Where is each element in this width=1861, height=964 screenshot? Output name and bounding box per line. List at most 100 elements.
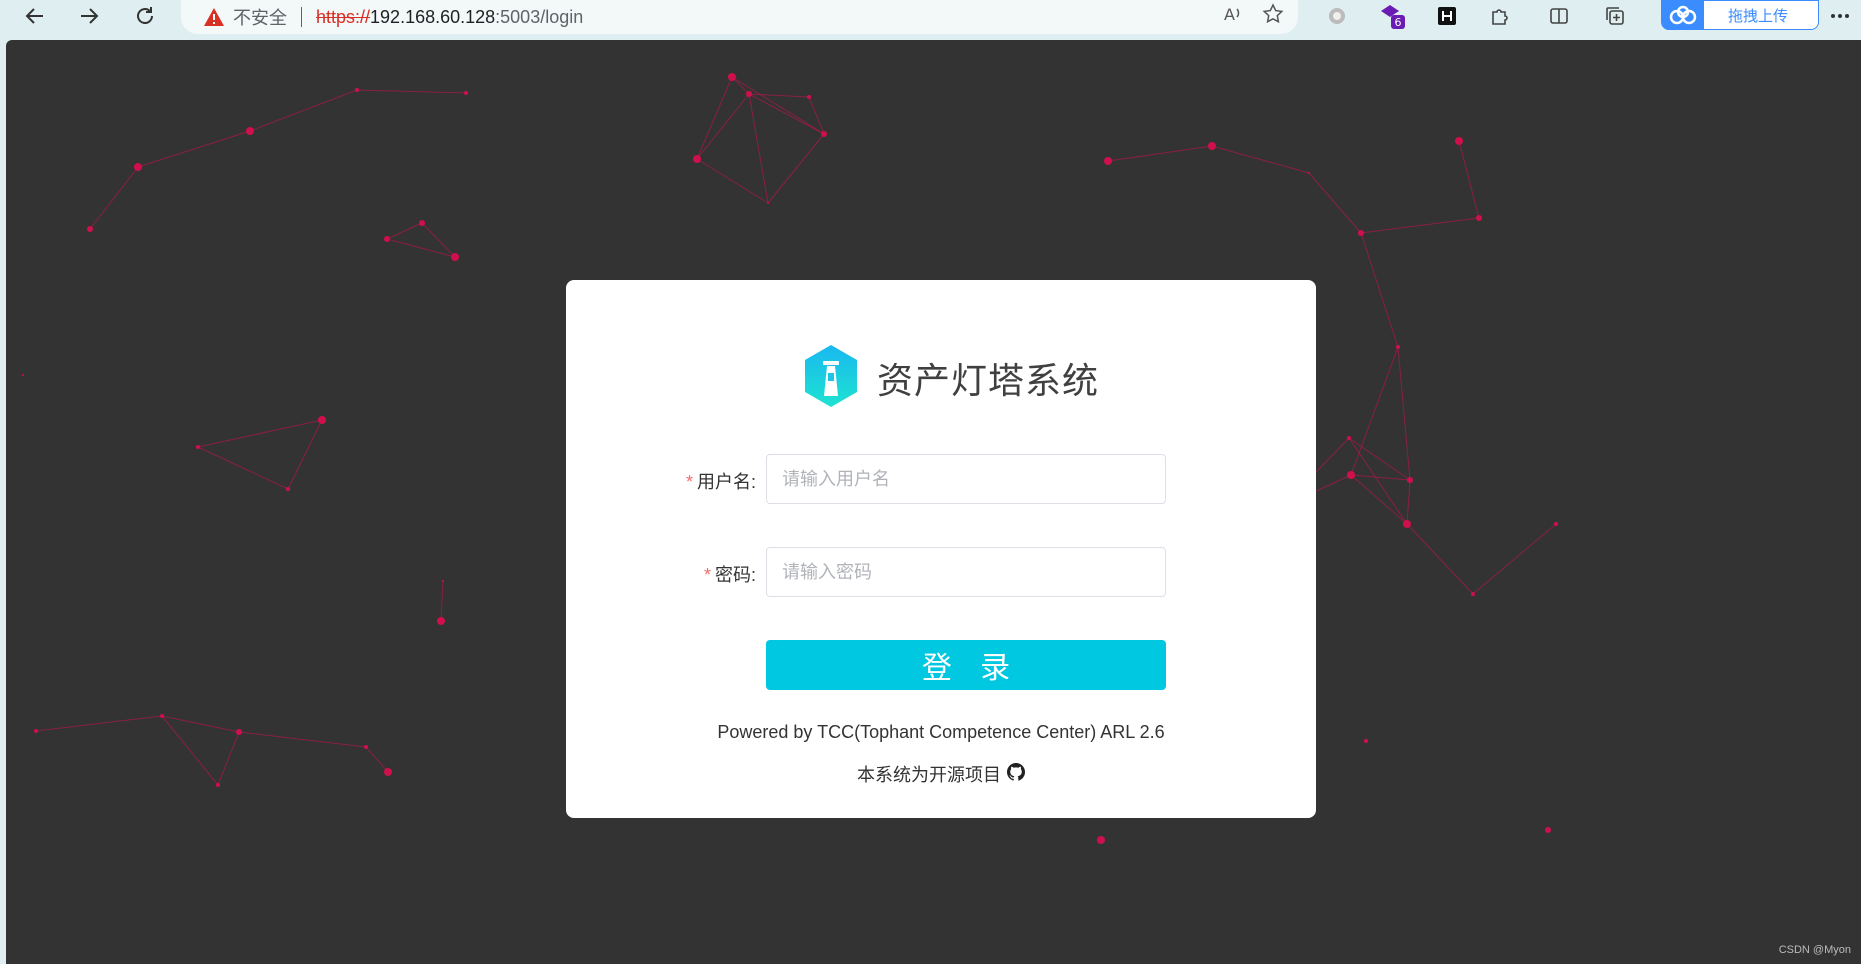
reload-button[interactable] xyxy=(125,0,165,32)
particle-dot xyxy=(728,73,736,81)
insecure-label[interactable]: 不安全 xyxy=(233,4,287,30)
particle-dot xyxy=(87,226,93,232)
particle-dot xyxy=(746,91,752,97)
extension-badge-count: 6 xyxy=(1395,16,1402,29)
password-input[interactable] xyxy=(766,547,1166,597)
particle-dot xyxy=(464,91,468,95)
collections-icon[interactable] xyxy=(1600,0,1630,32)
system-title: 资产灯塔系统 xyxy=(877,360,1100,401)
url-path: :5003/login xyxy=(495,6,584,27)
login-button[interactable]: 登 录 xyxy=(766,640,1166,690)
extension-circle-icon[interactable] xyxy=(1322,0,1352,32)
particle-link xyxy=(386,238,456,258)
particle-dot xyxy=(1358,230,1364,236)
particle-link xyxy=(748,93,810,98)
particle-link xyxy=(35,715,163,732)
particle-link xyxy=(197,446,289,490)
particle-link xyxy=(386,222,423,240)
particle-link xyxy=(421,222,456,258)
particle-link xyxy=(1360,217,1480,234)
particle-link xyxy=(1472,523,1557,595)
particle-dot xyxy=(22,374,24,376)
particle-link xyxy=(1458,140,1480,219)
particle-dot xyxy=(1097,836,1105,844)
url-host: 192.168.60.128 xyxy=(370,6,496,27)
particle-dot xyxy=(1364,739,1368,743)
password-row: * 密码: xyxy=(566,547,1316,597)
url-text[interactable]: https://192.168.60.128:5003/login xyxy=(316,7,583,28)
particle-dot xyxy=(1347,471,1355,479)
particle-dot xyxy=(1396,345,1400,349)
forward-button[interactable] xyxy=(69,0,109,32)
particle-link xyxy=(696,158,769,204)
particle-link xyxy=(1211,145,1310,174)
particle-link xyxy=(748,93,769,204)
particle-dot xyxy=(34,729,38,733)
powered-by-text: Powered by TCC(Tophant Competence Center… xyxy=(717,722,1165,742)
particle-dot xyxy=(1545,827,1551,833)
warning-icon xyxy=(203,6,225,28)
particle-link xyxy=(249,89,358,132)
username-input[interactable] xyxy=(766,454,1166,504)
particle-link xyxy=(217,731,240,786)
read-aloud-icon[interactable]: A xyxy=(1222,3,1244,30)
particle-dot xyxy=(1347,436,1351,440)
github-icon[interactable] xyxy=(1007,762,1026,786)
particle-link xyxy=(89,166,139,230)
particle-link xyxy=(365,746,389,773)
split-screen-icon[interactable] xyxy=(1544,0,1574,32)
particle-dot xyxy=(1208,142,1216,150)
forward-arrow-icon xyxy=(81,8,99,24)
username-label: * 用户名: xyxy=(685,472,756,492)
particle-dot xyxy=(286,487,290,491)
required-mark: * xyxy=(685,472,693,492)
particle-dot xyxy=(442,580,444,582)
particle-dot xyxy=(384,236,390,242)
particle-link xyxy=(1406,523,1474,595)
drag-upload-button[interactable]: 拖拽上传 xyxy=(1661,0,1819,30)
particle-dot xyxy=(1308,172,1310,174)
particle-dot xyxy=(1476,215,1482,221)
particle-link xyxy=(696,93,750,160)
reload-icon xyxy=(137,7,153,24)
particle-dot xyxy=(160,714,164,718)
particle-dot xyxy=(1407,477,1413,483)
particle-link xyxy=(1397,346,1411,481)
particle-dot xyxy=(807,95,811,99)
particle-dot xyxy=(318,416,326,424)
address-bar[interactable]: 不安全 https://192.168.60.128:5003/login A xyxy=(181,0,1298,34)
particle-dot xyxy=(821,131,827,137)
baidu-cloud-icon xyxy=(1662,0,1704,30)
particle-dot xyxy=(1554,522,1558,526)
username-row: * 用户名: xyxy=(566,454,1316,504)
particle-dot xyxy=(384,768,392,776)
more-menu-icon[interactable] xyxy=(1828,0,1852,32)
particle-dot xyxy=(693,155,701,163)
particle-link xyxy=(356,89,467,94)
password-label: * 密码: xyxy=(703,565,756,585)
particle-link xyxy=(808,96,825,135)
particle-dot xyxy=(1455,137,1463,145)
favorite-star-icon[interactable] xyxy=(1262,2,1284,30)
back-button[interactable] xyxy=(15,0,55,32)
watermark: CSDN @Myon⁠ xyxy=(1778,944,1851,956)
particle-dot xyxy=(364,745,368,749)
particle-link xyxy=(1350,474,1411,481)
page-viewport: 资产灯塔系统 *用户名: *密码: 登 录 Powered by TCC(Top… xyxy=(6,40,1861,964)
particle-dot xyxy=(451,253,459,261)
particle-dot xyxy=(1104,157,1112,165)
svg-text:A: A xyxy=(1224,5,1235,24)
particle-link xyxy=(1406,479,1411,525)
particle-dot xyxy=(246,127,254,135)
upload-label: 拖拽上传 xyxy=(1728,7,1789,25)
extension-h-icon[interactable] xyxy=(1432,0,1462,32)
particle-dot xyxy=(1403,520,1411,528)
extensions-puzzle-icon[interactable] xyxy=(1485,0,1515,32)
particle-link xyxy=(1107,145,1213,162)
particle-dot xyxy=(216,783,220,787)
particle-link xyxy=(1308,172,1362,234)
extension-badge-icon[interactable]: 6 xyxy=(1375,0,1409,32)
particle-link xyxy=(287,419,323,490)
required-mark: * xyxy=(703,565,711,585)
open-source-line: 本系统为开源项目 xyxy=(566,761,1316,787)
